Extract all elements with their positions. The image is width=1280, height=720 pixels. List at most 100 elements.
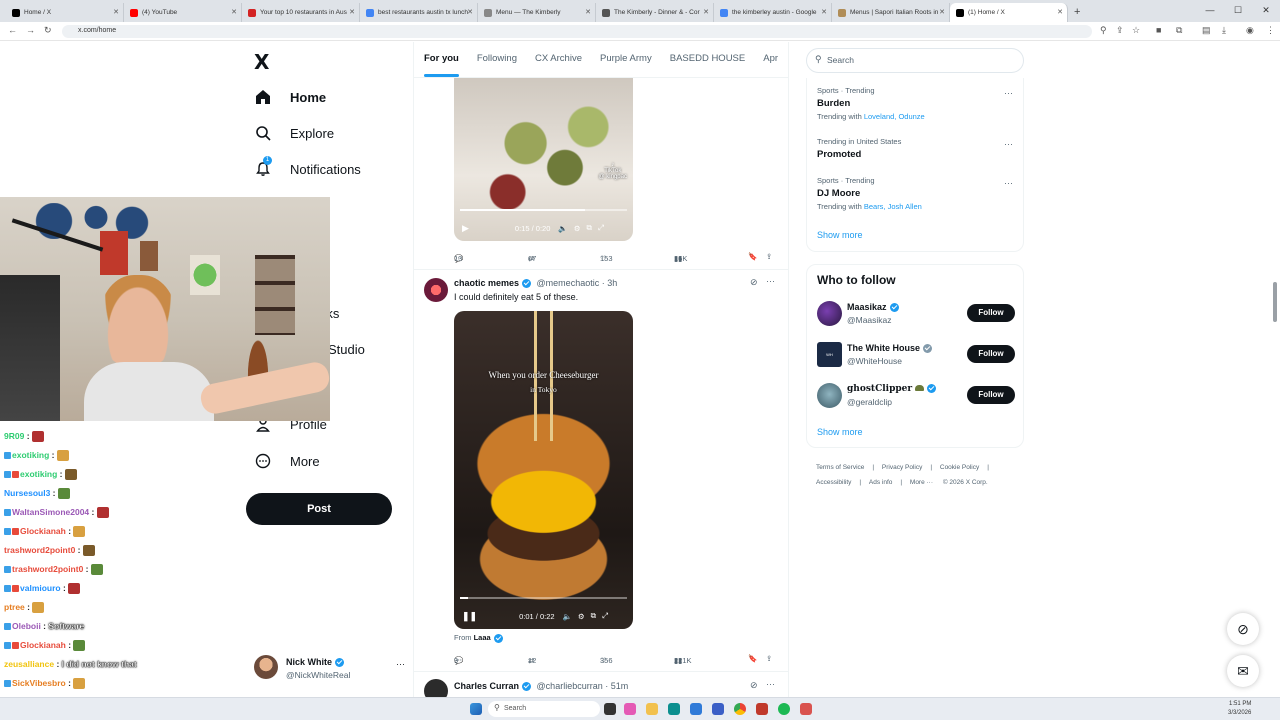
more-dots-icon[interactable]: ··· (766, 276, 775, 286)
chat-username[interactable]: zeusalliance (4, 659, 54, 669)
more-dots-icon[interactable]: ··· (1004, 139, 1013, 149)
fullscreen-icon[interactable]: ⤢ (598, 223, 604, 233)
chat-username[interactable]: Glockianah (20, 640, 66, 650)
trend-item[interactable]: Trending in United States Promoted (817, 137, 901, 163)
tab-following[interactable]: Following (467, 42, 525, 77)
grok-float-button[interactable]: ⊘ (1227, 613, 1259, 645)
chat-username[interactable]: Oleboii (12, 621, 41, 631)
taskbar-clock[interactable]: 1:51 PM 3/3/2026 (1228, 700, 1251, 718)
show-more-link[interactable]: Show more (817, 427, 863, 437)
fullscreen-icon[interactable]: ⤢ (602, 611, 608, 621)
follow-user-name[interactable]: The White House (847, 343, 933, 354)
play-icon[interactable]: ▶ (462, 223, 469, 234)
chat-username[interactable]: exotiking (20, 469, 57, 479)
follow-user-name[interactable]: ghostClipper (847, 384, 937, 394)
page-scrollbar[interactable] (1273, 282, 1277, 322)
close-tab-icon[interactable]: ✕ (467, 8, 473, 16)
chat-username[interactable]: Glockianah (20, 526, 66, 536)
nav-studio[interactable]: Studio (328, 342, 365, 357)
tab-cx-archive[interactable]: CX Archive (525, 42, 590, 77)
more-dots-icon[interactable]: ··· (1004, 88, 1013, 98)
footer-link[interactable]: Privacy Policy (882, 464, 922, 471)
tweet-author-name[interactable]: Charles Curran (454, 681, 519, 691)
search-input[interactable]: ⚲ Search (806, 48, 1024, 73)
tab-purple-army[interactable]: Purple Army (590, 42, 660, 77)
chat-username[interactable]: 9R09 (4, 431, 24, 441)
chat-username[interactable]: exotiking (12, 450, 49, 460)
tab-basedd-house[interactable]: BASEDD HOUSE (660, 42, 754, 77)
extension-icon[interactable]: ■ (1156, 25, 1161, 35)
forward-icon[interactable]: → (26, 25, 35, 35)
volume-icon[interactable]: 🔈 (563, 612, 572, 621)
tweet-author-handle[interactable]: @charliebcurran (537, 681, 603, 691)
zoom-icon[interactable]: ⚲ (1100, 25, 1107, 36)
close-tab-icon[interactable]: ✕ (349, 8, 355, 16)
browser-tab[interactable]: Menus | Sapori Italian Roots in ✕ (832, 3, 950, 22)
url-field[interactable]: x.com/home (62, 25, 1092, 38)
tweet-video-cheeseburger[interactable]: When you order Cheeseburger in Tokyo ❚❚ … (454, 311, 633, 629)
video-progress[interactable] (460, 597, 627, 599)
maximize-icon[interactable]: ☐ (1224, 0, 1252, 22)
nav-notifications[interactable]: 1 Notifications (254, 156, 361, 178)
video-progress[interactable] (460, 209, 627, 211)
trend-item[interactable]: Sports · Trending Burden Trending with L… (817, 86, 925, 121)
profile-icon[interactable]: ◉ (1246, 25, 1254, 36)
spotify-icon[interactable] (778, 703, 790, 715)
x-logo[interactable]: X (254, 50, 269, 74)
settings-icon[interactable]: ⚙ (578, 612, 585, 621)
tweet-avatar[interactable] (424, 278, 448, 302)
pip-icon[interactable]: ⧉ (586, 223, 591, 233)
menu-icon[interactable]: ⋮ (1266, 25, 1275, 36)
volume-icon[interactable]: 🔈 (558, 224, 567, 233)
trend-with[interactable]: Loveland, Odunze (864, 112, 925, 121)
file-explorer-icon[interactable] (646, 703, 658, 715)
chat-username[interactable]: trashword2point0 (12, 564, 83, 574)
copilot-icon[interactable] (624, 703, 636, 715)
chat-username[interactable]: trashword2point0 (4, 545, 75, 555)
browser-tab[interactable]: best restaurants austin tx lunch ✕ (360, 3, 478, 22)
nav-more[interactable]: More (254, 452, 320, 470)
footer-link[interactable]: Cookie Policy (940, 464, 979, 471)
pause-icon[interactable]: ❚❚ (462, 611, 477, 622)
footer-link[interactable]: More ··· (910, 479, 933, 486)
close-window-icon[interactable]: ✕ (1252, 0, 1280, 22)
taskbar-search[interactable]: ⚲ Search (488, 701, 600, 717)
browser-tab-active[interactable]: (1) Home / X ✕ (950, 3, 1068, 22)
close-tab-icon[interactable]: ✕ (703, 8, 709, 16)
trend-with[interactable]: Bears, Josh Allen (864, 202, 922, 211)
close-tab-icon[interactable]: ✕ (939, 8, 945, 16)
reload-icon[interactable]: ↻ (44, 25, 52, 36)
tab-apr[interactable]: Apr (753, 42, 786, 77)
grok-icon[interactable]: ⊘ (750, 277, 758, 288)
browser-tab[interactable]: Menu — The Kimberly ✕ (478, 3, 596, 22)
tweet-age[interactable]: · 3h (602, 278, 618, 288)
app-icon[interactable] (756, 703, 768, 715)
sidebar-icon[interactable]: ▤ (1202, 25, 1211, 36)
tweet-video-peppers[interactable]: ♪ TikTok @ kingpac ▶ 0:15 / 0:20 🔈 ⚙ ⧉ ⤢ (454, 78, 633, 241)
grok-icon[interactable]: ⊘ (750, 680, 758, 691)
follow-avatar[interactable] (817, 383, 842, 408)
pip-icon[interactable]: ⧉ (591, 611, 596, 621)
close-tab-icon[interactable]: ✕ (1057, 8, 1063, 16)
edge-icon[interactable] (668, 703, 680, 715)
from-name[interactable]: Laaa (474, 633, 491, 642)
post-button[interactable]: Post (246, 493, 392, 525)
follow-button[interactable]: Follow (967, 345, 1015, 363)
bookmark-icon[interactable]: 🔖 (748, 654, 757, 663)
chrome-icon[interactable] (734, 703, 746, 715)
close-tab-icon[interactable]: ✕ (821, 8, 827, 16)
follow-avatar[interactable] (817, 301, 842, 326)
share-icon[interactable]: ⇪ (1116, 25, 1124, 36)
more-dots-icon[interactable]: ··· (766, 679, 775, 689)
more-dots-icon[interactable]: ··· (1004, 178, 1013, 188)
new-tab-button[interactable]: + (1068, 4, 1086, 22)
nav-home[interactable]: Home (254, 88, 326, 106)
app-icon[interactable] (800, 703, 812, 715)
show-more-link[interactable]: Show more (817, 230, 863, 240)
close-tab-icon[interactable]: ✕ (585, 8, 591, 16)
share-icon[interactable]: ⇪ (766, 654, 772, 663)
back-icon[interactable]: ← (8, 25, 17, 35)
chat-username[interactable]: WaltanSimone2004 (12, 507, 89, 517)
close-tab-icon[interactable]: ✕ (231, 8, 237, 16)
store-icon[interactable] (690, 703, 702, 715)
